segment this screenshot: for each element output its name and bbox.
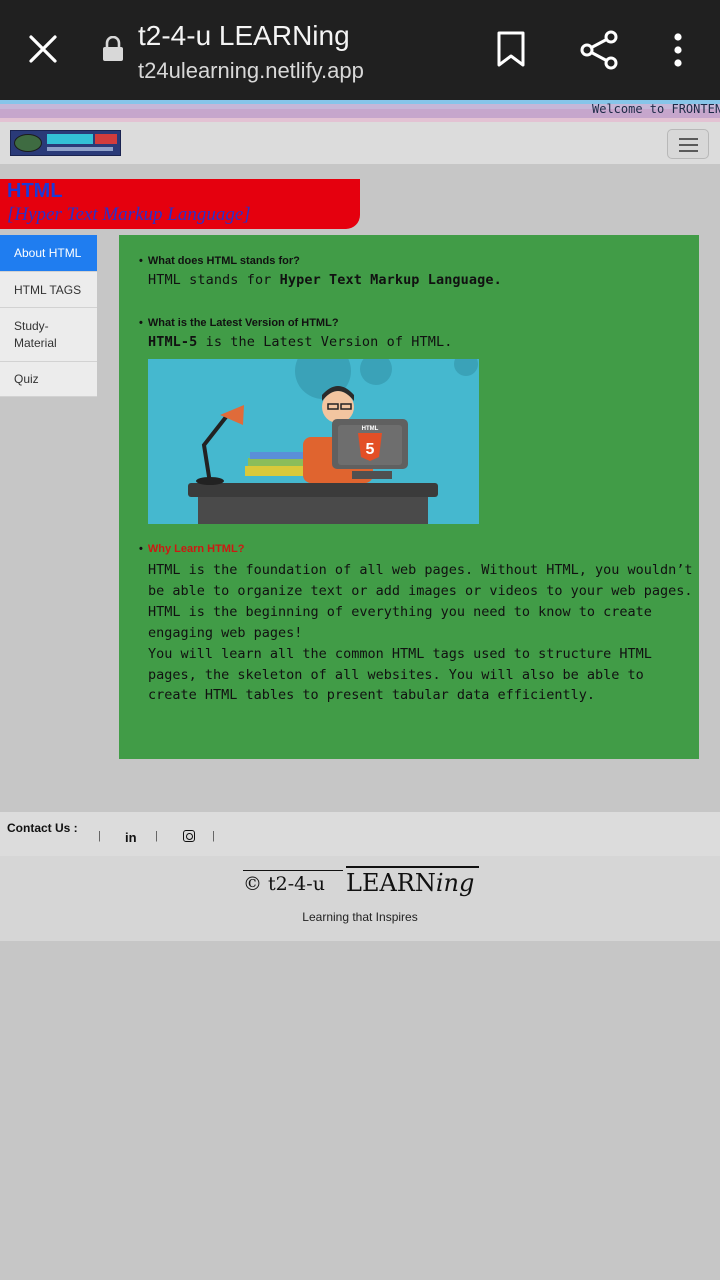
- contact-bar: Contact Us : | in | |: [0, 812, 720, 856]
- hamburger-menu-button[interactable]: [667, 129, 709, 159]
- answer-html-meaning: HTML stands for Hyper Text Markup Langua…: [148, 272, 502, 288]
- page-heading: HTML: [7, 180, 63, 202]
- sidebar-item-study-material[interactable]: Study-Material: [0, 308, 97, 362]
- answer-latest-version: HTML-5 is the Latest Version of HTML.: [148, 334, 453, 350]
- page-title: t2-4-u LEARNing: [138, 20, 350, 51]
- html5-illustration: HTML 5: [148, 359, 479, 524]
- why-learn-text-2: You will learn all the common HTML tags …: [148, 645, 652, 704]
- close-icon[interactable]: [26, 32, 60, 66]
- site-footer: © t2-4-u LEARNing Learning that Inspires: [0, 856, 720, 941]
- share-icon[interactable]: [580, 30, 618, 70]
- sidebar-item-html-tags[interactable]: HTML TAGS: [0, 272, 97, 308]
- bookmark-icon[interactable]: [496, 30, 526, 68]
- why-learn-paragraph: HTML is the foundation of all web pages.…: [148, 560, 696, 706]
- question-latest-version: • What is the Latest Version of HTML?: [139, 317, 339, 329]
- divider: |: [212, 830, 215, 842]
- marquee-text: Welcome to FRONTEN: [592, 102, 720, 116]
- page-header-banner: HTML [Hyper Text Markup Language]: [0, 179, 360, 229]
- site-navbar: [0, 122, 720, 164]
- instagram-icon[interactable]: [183, 830, 195, 842]
- welcome-marquee: Welcome to FRONTEN: [0, 100, 720, 122]
- lock-icon: [103, 36, 123, 61]
- brand-name: LEARNing: [346, 869, 475, 897]
- why-learn-text-1: HTML is the foundation of all web pages.…: [148, 562, 693, 641]
- question-why-learn: • Why Learn HTML?: [139, 543, 245, 555]
- question-html-meaning: • What does HTML stands for?: [139, 255, 300, 267]
- browser-toolbar: t2-4-u LEARNing t24ulearning.netlify.app: [0, 0, 720, 100]
- sidebar-item-about-html[interactable]: About HTML: [0, 235, 97, 272]
- sidebar-item-quiz[interactable]: Quiz: [0, 362, 97, 397]
- html-badge-label: HTML: [362, 426, 379, 432]
- site-logo[interactable]: [10, 130, 121, 156]
- sidebar-nav: About HTML HTML TAGS Study-Material Quiz: [0, 235, 97, 397]
- page-subheading: [Hyper Text Markup Language]: [7, 204, 251, 225]
- divider: |: [98, 830, 101, 842]
- divider: |: [155, 830, 158, 842]
- footer-brand-logo: © t2-4-u LEARNing: [243, 866, 479, 900]
- address-url[interactable]: t24ulearning.netlify.app: [138, 58, 364, 84]
- about-html-content: • What does HTML stands for? HTML stands …: [119, 235, 699, 759]
- contact-label: Contact Us :: [7, 821, 78, 835]
- footer-tagline: Learning that Inspires: [302, 910, 418, 924]
- html5-logo-number: 5: [366, 441, 375, 458]
- brand-prefix: © t2-4-u: [243, 873, 325, 895]
- linkedin-icon[interactable]: in: [125, 830, 137, 845]
- more-options-icon[interactable]: [672, 32, 684, 68]
